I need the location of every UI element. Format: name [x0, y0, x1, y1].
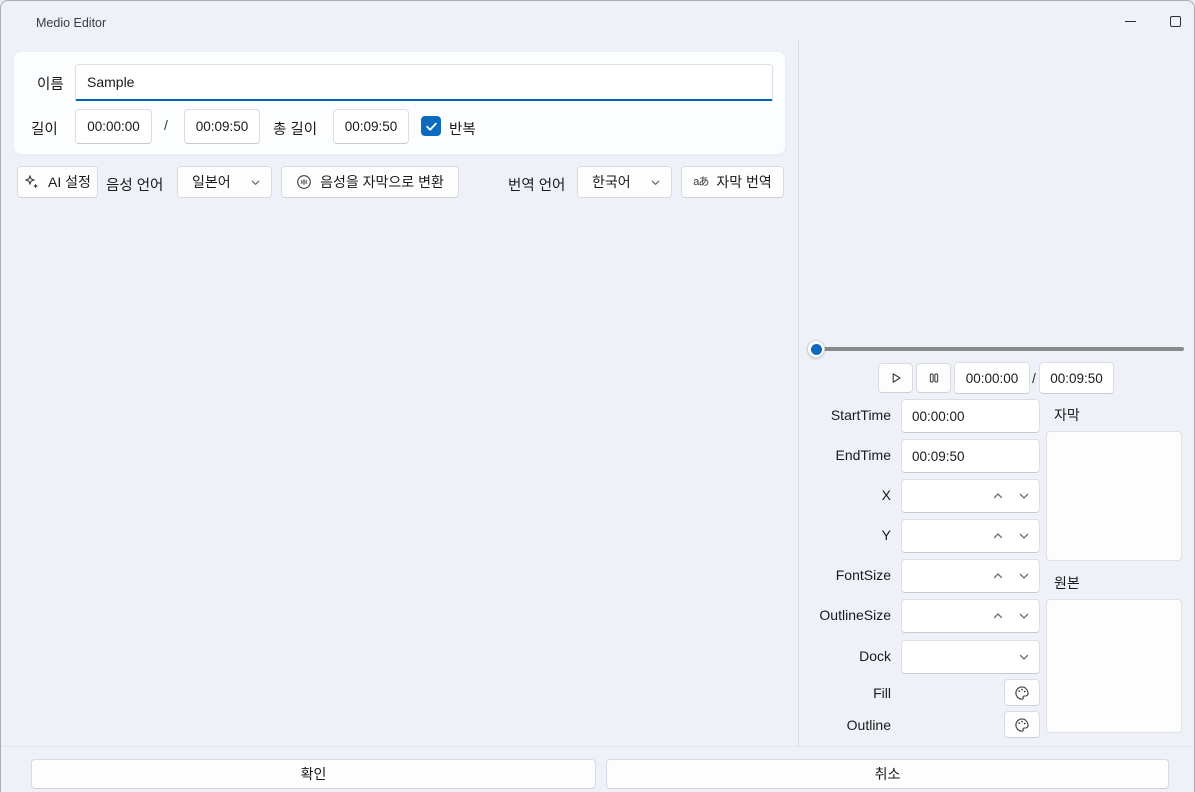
footer-divider: [1, 746, 1195, 747]
name-label: 이름: [37, 73, 64, 94]
player-position-input[interactable]: [954, 362, 1030, 394]
chevron-up-icon[interactable]: [987, 600, 1009, 632]
repeat-label: 반복: [449, 118, 476, 139]
end-time-input[interactable]: [184, 109, 260, 144]
ok-button[interactable]: 확인: [31, 759, 596, 789]
chevron-down-icon: [650, 177, 661, 188]
ai-settings-label: AI 설정: [48, 172, 91, 192]
time-separator: /: [164, 117, 168, 133]
outline-label: Outline: [771, 717, 891, 733]
outlinesize-label: OutlineSize: [771, 607, 891, 623]
y-label: Y: [771, 527, 891, 543]
fontsize-numberbox[interactable]: [901, 559, 1040, 593]
name-input[interactable]: [75, 64, 773, 101]
seek-slider-track[interactable]: [807, 347, 1184, 351]
starttime-label: StartTime: [771, 407, 891, 423]
chevron-down-icon[interactable]: [1013, 520, 1035, 552]
original-textarea[interactable]: [1046, 599, 1182, 733]
ai-settings-button[interactable]: AI 설정: [17, 166, 98, 198]
palette-icon: [1014, 717, 1030, 733]
voice-language-label: 음성 언어: [106, 174, 163, 195]
repeat-checkbox[interactable]: [421, 116, 441, 136]
minimize-button[interactable]: [1107, 1, 1153, 41]
chevron-down-icon[interactable]: [1013, 600, 1035, 632]
x-label: X: [771, 487, 891, 503]
maximize-icon: [1170, 16, 1181, 27]
voice-language-dropdown[interactable]: 일본어: [177, 166, 272, 198]
total-length-input[interactable]: [333, 109, 409, 144]
play-icon: [889, 371, 903, 385]
sparkle-icon: [24, 174, 40, 190]
translate-language-dropdown[interactable]: 한국어: [577, 166, 672, 198]
original-pane-label: 원본: [1054, 573, 1080, 593]
app-window: Medio Editor 이름 길이 / 총 길이 반복 AI 설정 음성 언어…: [0, 0, 1195, 792]
starttime-input[interactable]: [901, 399, 1040, 433]
window-title: Medio Editor: [36, 16, 106, 30]
player-duration-input[interactable]: [1039, 362, 1114, 394]
seek-slider-thumb-dot: [811, 344, 822, 355]
cancel-button-label: 취소: [875, 764, 901, 784]
play-button[interactable]: [878, 363, 913, 393]
fill-color-button[interactable]: [1004, 679, 1040, 706]
x-numberbox[interactable]: [901, 479, 1040, 513]
subtitle-pane-label: 자막: [1054, 405, 1080, 425]
endtime-label: EndTime: [771, 447, 891, 463]
outline-color-button[interactable]: [1004, 711, 1040, 738]
panel-divider: [798, 41, 799, 746]
chevron-up-icon[interactable]: [987, 520, 1009, 552]
player-time-separator: /: [1032, 370, 1036, 386]
dock-label: Dock: [771, 648, 891, 664]
subtitle-translate-label: 자막 번역: [716, 172, 771, 192]
chevron-down-icon[interactable]: [1013, 641, 1035, 673]
fontsize-label: FontSize: [771, 567, 891, 583]
translate-language-label: 번역 언어: [508, 174, 565, 195]
checkmark-icon: [425, 120, 438, 133]
chevron-down-icon[interactable]: [1013, 480, 1035, 512]
length-label: 길이: [31, 118, 58, 139]
speech-to-subtitle-label: 음성을 자막으로 변환: [320, 172, 444, 192]
y-numberbox[interactable]: [901, 519, 1040, 553]
fill-label: Fill: [771, 685, 891, 701]
chevron-down-icon: [250, 177, 261, 188]
endtime-input[interactable]: [901, 439, 1040, 473]
cancel-button[interactable]: 취소: [606, 759, 1169, 789]
chevron-up-icon[interactable]: [987, 480, 1009, 512]
subtitle-translate-button[interactable]: aあ 자막 번역: [681, 166, 784, 198]
pause-icon: [927, 371, 941, 385]
position-time-input[interactable]: [75, 109, 152, 144]
ok-button-label: 확인: [301, 764, 327, 784]
dock-dropdown[interactable]: [901, 640, 1040, 674]
chevron-up-icon[interactable]: [987, 560, 1009, 592]
palette-icon: [1014, 685, 1030, 701]
pause-button[interactable]: [916, 363, 951, 393]
seek-slider-thumb[interactable]: [807, 340, 825, 358]
outlinesize-numberbox[interactable]: [901, 599, 1040, 633]
maximize-button[interactable]: [1152, 1, 1195, 41]
subtitle-textarea[interactable]: [1046, 431, 1182, 561]
minimize-icon: [1125, 21, 1136, 22]
total-length-label: 총 길이: [273, 118, 317, 139]
voice-language-value: 일본어: [192, 172, 250, 192]
speech-to-subtitle-button[interactable]: 음성을 자막으로 변환: [281, 166, 459, 198]
speech-icon: [296, 174, 312, 190]
chevron-down-icon[interactable]: [1013, 560, 1035, 592]
translate-language-value: 한국어: [592, 172, 650, 192]
